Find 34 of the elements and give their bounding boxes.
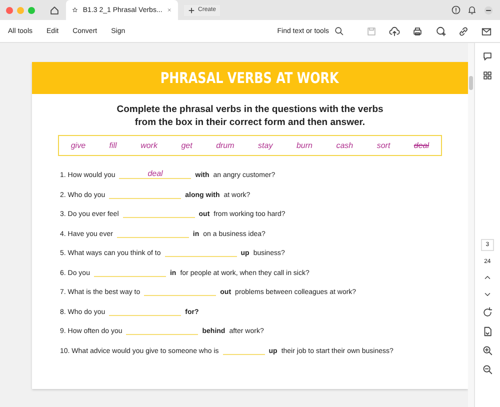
- word-choice: fill: [109, 141, 117, 150]
- word-choice: deal: [414, 141, 430, 150]
- word-choice: drum: [216, 141, 234, 150]
- document-icon[interactable]: [482, 326, 493, 337]
- word-choice: work: [140, 141, 158, 150]
- home-icon[interactable]: [49, 4, 60, 16]
- minus-icon[interactable]: [483, 4, 494, 16]
- search-icon[interactable]: [334, 26, 344, 36]
- comment-icon[interactable]: [482, 51, 493, 62]
- bell-icon[interactable]: [467, 5, 477, 15]
- help-icon[interactable]: [451, 5, 461, 15]
- zoom-in-icon[interactable]: [482, 345, 493, 356]
- chevron-down-icon[interactable]: [482, 290, 492, 299]
- chevron-up-icon[interactable]: [482, 273, 492, 282]
- upload-icon[interactable]: [389, 26, 400, 36]
- word-choice: cash: [336, 141, 354, 150]
- instructions: Complete the phrasal verbs in the questions with the verbs from the box in their correct form and then answer.: [116, 103, 384, 129]
- star-icon[interactable]: [72, 5, 78, 15]
- rotate-icon[interactable]: [482, 307, 493, 318]
- zoom-out-icon[interactable]: [482, 364, 493, 375]
- mail-icon[interactable]: [481, 26, 492, 36]
- word-choice: get: [181, 141, 192, 150]
- fill-in-line[interactable]: deal: [119, 168, 192, 179]
- link-icon[interactable]: [458, 26, 469, 36]
- word-choice: stay: [258, 141, 273, 150]
- word-choice: burn: [296, 141, 312, 150]
- grid-icon[interactable]: [482, 70, 493, 81]
- plus-icon: [188, 6, 195, 14]
- worksheet-title: PHRASAL VERBS AT WORK: [160, 69, 340, 87]
- close-icon[interactable]: [167, 6, 172, 14]
- scrollbar[interactable]: [468, 43, 474, 407]
- print-icon[interactable]: [412, 26, 423, 36]
- word-choice: sort: [376, 141, 390, 150]
- word-choice: give: [70, 141, 86, 150]
